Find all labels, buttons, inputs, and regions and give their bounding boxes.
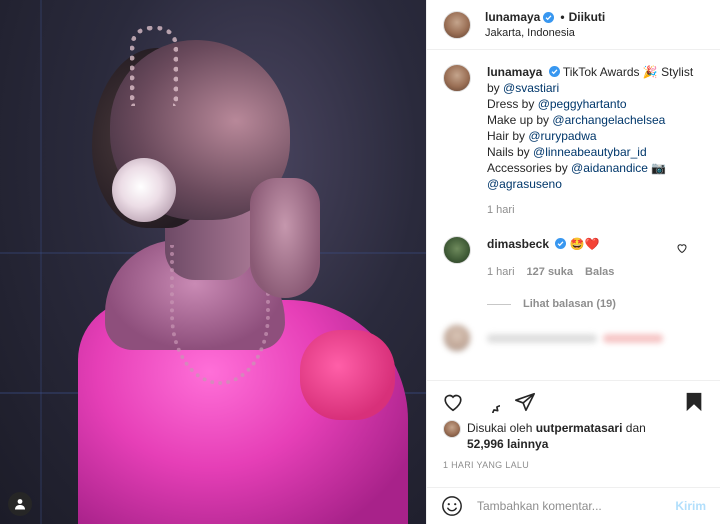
like-button[interactable] [441,390,465,414]
post-timestamp[interactable]: 1 HARI YANG LALU [443,460,529,470]
blurred-comment [443,324,704,352]
blurred-text [487,333,597,343]
verified-badge-icon [548,66,560,77]
mention-dress[interactable]: @peggyhartanto [538,97,627,111]
party-popper-icon: 🎉 [642,65,658,79]
caption-stylist-label: Stylist [661,65,694,79]
caption-time[interactable]: 1 hari [487,202,693,218]
replies-line [487,303,511,305]
bookmark-icon [686,392,702,411]
caption-makeup-label: Make up by [487,113,550,127]
post-side-panel: lunamaya • Diikuti Jakarta, Indonesia lu… [426,0,720,524]
photo-flower [112,158,176,222]
photo-hand [250,178,320,298]
post-header: lunamaya • Diikuti Jakarta, Indonesia [427,0,720,50]
caption: lunamaya TikTok Awards 🎉 Stylist by @sva… [443,64,704,218]
separator-dot: • [560,10,565,24]
liker-avatar[interactable] [443,420,461,438]
heart-icon [444,394,462,411]
reply-button[interactable]: Balas [585,264,614,280]
comment-like-heart-icon[interactable] [676,242,688,254]
blurred-avatar [443,324,471,352]
comment-username[interactable]: dimasbeck [487,237,549,251]
post-photo[interactable] [0,0,426,524]
post-location[interactable]: Jakarta, Indonesia [485,27,605,39]
paper-plane-icon [515,392,535,411]
author-avatar[interactable] [443,10,471,39]
post-comment-button[interactable]: Kirim [675,499,706,513]
blurred-emoji [603,333,663,343]
likes-summary: Disukai oleh uutpermatasari dan 52,996 l… [443,420,708,452]
comment-bubble-icon [492,404,500,413]
caption-nails-label: Nails by [487,145,530,159]
comments-list[interactable]: lunamaya TikTok Awards 🎉 Stylist by @sva… [427,50,720,380]
comment-button[interactable] [477,390,501,414]
mention-hair[interactable]: @rurypadwa [528,129,596,143]
mention-nails[interactable]: @linneabeautybar_id [533,145,647,159]
action-bar [427,380,720,422]
caption-hair-label: Hair by [487,129,526,143]
mention-makeup[interactable]: @archangelachelsea [552,113,665,127]
follow-status-button[interactable]: Diikuti [569,10,606,24]
emoji-icon[interactable] [441,495,463,517]
comment-input[interactable] [477,499,676,513]
caption-avatar[interactable] [443,64,471,92]
add-comment-form: Kirim [427,487,720,524]
comment-text: 🤩❤️ [569,237,600,251]
caption-accessories-label: Accessories by [487,161,568,175]
mention-accessories[interactable]: @aidanandice [571,161,648,175]
likes-count[interactable]: 52,996 lainnya [467,437,548,451]
view-replies-label: Lihat balasan (19) [523,298,616,310]
commenter-avatar[interactable] [443,236,471,264]
comment-item: dimasbeck 🤩❤️ 1 hari 127 suka Balas [443,236,704,280]
verified-badge-icon [543,11,555,23]
photo-headband [130,26,178,106]
user-tag-icon[interactable] [8,492,32,516]
verified-badge-icon [555,238,567,249]
photo-sleeve [300,330,395,420]
caption-by: by [487,81,500,95]
likes-prefix: Disukai oleh [467,421,533,435]
likes-conjunction: dan [625,421,646,435]
camera-icon: 📷 [651,161,667,175]
comment-likes[interactable]: 127 suka [527,264,573,280]
comment-time[interactable]: 1 hari [487,264,515,280]
share-button[interactable] [513,390,537,414]
caption-username[interactable]: lunamaya [487,65,542,79]
caption-dress-label: Dress by [487,97,535,111]
view-replies-button[interactable]: Lihat balasan (19) [487,298,704,310]
save-button[interactable] [682,390,706,414]
liker-username[interactable]: uutpermatasari [536,421,623,435]
author-username[interactable]: lunamaya [485,10,540,24]
mention-stylist[interactable]: @svastiari [503,81,559,95]
mention-accessories-2[interactable]: @agrasuseno [487,177,562,191]
caption-title: TikTok Awards [562,65,640,79]
